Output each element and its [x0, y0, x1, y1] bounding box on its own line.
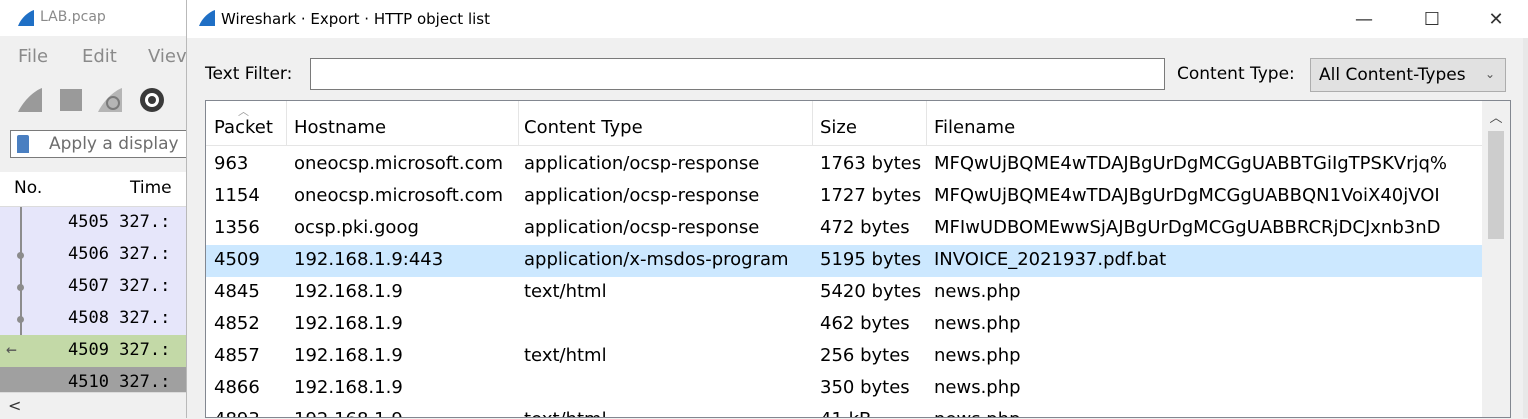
dialog-title: Wireshark · Export · HTTP object list	[221, 10, 490, 28]
scrollbar-thumb[interactable]	[1488, 131, 1504, 239]
vertical-scrollbar[interactable]: ︿	[1482, 101, 1510, 417]
minimize-button[interactable]: —	[1341, 0, 1387, 38]
table-row[interactable]: 1356 ocsp.pki.goog application/ocsp-resp…	[206, 213, 1482, 245]
table-row[interactable]: 4866 192.168.1.9 350 bytes news.php	[206, 373, 1482, 405]
packet-row-selected[interactable]: ← 4509 327.:	[0, 335, 190, 367]
dialog-titlebar: Wireshark · Export · HTTP object list — …	[187, 0, 1528, 38]
chevron-down-icon: ⌄	[1484, 67, 1495, 81]
packet-row[interactable]: 4505 327.:	[0, 207, 190, 239]
packet-row[interactable]: 4507 327.:	[0, 271, 190, 303]
related-packet-dot	[17, 284, 24, 291]
restart-capture-icon[interactable]	[96, 84, 124, 118]
column-packet[interactable]: Packet	[214, 117, 273, 138]
column-filename[interactable]: Filename	[934, 117, 1015, 138]
menu-edit[interactable]: Edit	[82, 46, 117, 67]
table-row[interactable]: 4857 192.168.1.9 text/html 256 bytes new…	[206, 341, 1482, 373]
close-button[interactable]: ✕	[1473, 0, 1519, 38]
related-packet-dot	[17, 316, 24, 323]
http-object-table[interactable]: ︿ Packet Hostname Content Type Size File…	[205, 100, 1511, 418]
scroll-up-icon[interactable]: ︿	[1482, 107, 1510, 126]
text-filter-input[interactable]	[310, 58, 1165, 90]
table-row[interactable]: 4852 192.168.1.9 462 bytes news.php	[206, 309, 1482, 341]
column-time[interactable]: Time	[130, 178, 172, 198]
menu-file[interactable]: File	[18, 46, 48, 67]
window-edge	[1523, 38, 1528, 418]
display-filter-placeholder: Apply a display	[49, 134, 179, 154]
content-type-label: Content Type:	[1177, 64, 1295, 84]
start-capture-icon[interactable]	[16, 84, 44, 118]
main-window: LAB.pcap File Edit Viev Apply a display …	[0, 0, 190, 419]
wireshark-fin-icon	[16, 8, 36, 32]
text-filter-label: Text Filter:	[205, 64, 293, 84]
table-header: ︿ Packet Hostname Content Type Size File…	[206, 101, 1482, 146]
related-packet-dot	[17, 252, 24, 259]
main-window-titlebar: LAB.pcap	[0, 0, 190, 36]
main-window-title: LAB.pcap	[40, 9, 106, 25]
packet-row[interactable]: 4508 327.:	[0, 303, 190, 335]
arrow-left-icon: ←	[6, 339, 17, 360]
column-size[interactable]: Size	[820, 117, 857, 138]
table-row[interactable]: 4893 192.168.1.9 text/html 41 kB news.ph…	[206, 405, 1482, 417]
export-http-dialog: Wireshark · Export · HTTP object list — …	[186, 0, 1528, 418]
stop-capture-icon[interactable]	[58, 84, 84, 118]
column-content-type[interactable]: Content Type	[524, 117, 643, 138]
column-no[interactable]: No.	[14, 178, 42, 198]
content-type-select[interactable]: All Content-Types ⌄	[1310, 58, 1506, 92]
content-type-value: All Content-Types	[1319, 65, 1466, 85]
table-row-selected[interactable]: 4509 192.168.1.9:443 application/x-msdos…	[206, 245, 1482, 277]
capture-options-icon[interactable]	[138, 84, 166, 118]
wireshark-fin-icon	[197, 8, 217, 32]
display-filter-bar[interactable]: Apply a display	[10, 130, 190, 158]
table-row[interactable]: 4845 192.168.1.9 text/html 5420 bytes ne…	[206, 277, 1482, 309]
packet-row[interactable]: 4506 327.:	[0, 239, 190, 271]
maximize-button[interactable]: ☐	[1409, 0, 1455, 38]
column-hostname[interactable]: Hostname	[294, 117, 386, 138]
table-row[interactable]: 1154 oneocsp.microsoft.com application/o…	[206, 181, 1482, 213]
menu-view[interactable]: Viev	[148, 46, 187, 67]
scroll-left-icon[interactable]: <	[8, 396, 21, 415]
horizontal-scrollbar[interactable]: <	[0, 392, 190, 419]
conversation-line	[20, 207, 22, 239]
bookmark-icon[interactable]	[17, 135, 29, 153]
table-row[interactable]: 963 oneocsp.microsoft.com application/oc…	[206, 149, 1482, 181]
main-toolbar	[0, 84, 190, 118]
packet-list-header: No. Time	[0, 172, 190, 207]
